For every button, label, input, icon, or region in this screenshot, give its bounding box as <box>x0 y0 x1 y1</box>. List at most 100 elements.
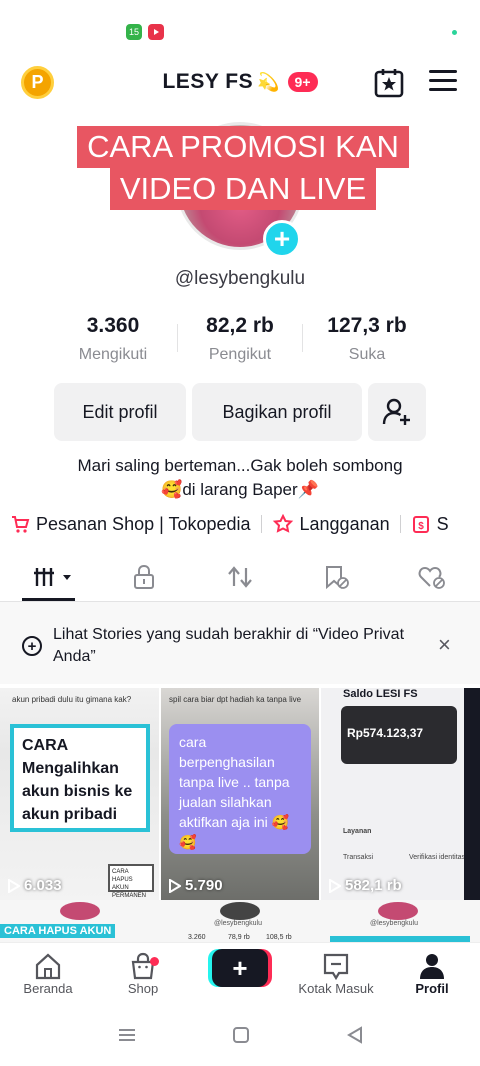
view-count: 6.033 <box>8 877 62 894</box>
shop-bag-icon <box>98 951 188 981</box>
nav-inbox[interactable]: Kotak Masuk <box>291 951 381 996</box>
username-header[interactable]: LESY FS 💫 9+ <box>0 70 480 94</box>
add-story-button[interactable]: + <box>263 220 301 258</box>
link-wallet[interactable]: $ S <box>411 514 449 535</box>
app-notification-green-icon: 15 <box>126 24 142 40</box>
add-story-label: + <box>273 223 291 254</box>
promo-banner-line-1: CARA PROMOSI KAN <box>77 126 409 168</box>
video-grid-row-2[interactable]: @lesybengkulu 3.260 78,9 rb 108,5 rb @le… <box>0 900 480 942</box>
svg-text:$: $ <box>418 521 424 532</box>
status-bar: 15 <box>0 0 480 60</box>
nav-shop-label: Shop <box>127 981 159 996</box>
stat-followers[interactable]: 82,2 rb Pengikut <box>177 314 303 364</box>
subscription-icon <box>272 514 293 533</box>
inbox-icon <box>291 951 381 981</box>
wallet-row: Layanan <box>343 828 372 835</box>
username-title: LESY FS <box>162 70 254 93</box>
close-icon[interactable]: × <box>438 632 451 658</box>
status-dot-icon <box>452 30 457 35</box>
expired-stories-banner[interactable]: + Lihat Stories yang sudah berakhir di “… <box>0 602 480 684</box>
link-shop-orders[interactable]: Pesanan Shop | Tokopedia <box>10 514 251 535</box>
video-comment-text: spil cara biar dpt hadiah ka tanpa live <box>169 695 302 704</box>
play-icon <box>169 878 181 893</box>
video-comment-text: akun pribadi dulu itu gimana kak? <box>12 695 132 704</box>
thumbnail-text: 78,9 rb <box>228 934 250 941</box>
promo-banner-line-2: VIDEO DAN LIVE <box>109 168 377 210</box>
shop-notification-dot <box>150 957 159 966</box>
private-lock-icon[interactable] <box>126 562 162 592</box>
nav-profile[interactable]: Profil <box>387 951 477 996</box>
sparkle-emoji: 💫 <box>257 71 280 92</box>
status-app-text: 15 <box>128 27 139 37</box>
video-thumbnail[interactable]: spil cara biar dpt hadiah ka tanpa live … <box>161 688 319 900</box>
video-grid: akun pribadi dulu itu gimana kak? CARA M… <box>0 688 480 900</box>
create-plus-icon[interactable]: + <box>212 949 268 987</box>
video-overlay-text: CARA HAPUS AKUN <box>0 924 116 938</box>
videos-grid-icon[interactable] <box>30 562 74 592</box>
wallet-amount: Rp574.123,37 <box>347 726 424 740</box>
thumbnail-text: @lesybengkulu <box>370 920 418 927</box>
profile-tabs <box>0 552 480 602</box>
video-thumbnail[interactable]: akun pribadi dulu itu gimana kak? CARA M… <box>0 688 159 900</box>
stat-following-label: Mengikuti <box>78 346 148 363</box>
nav-shop[interactable]: Shop <box>98 951 188 996</box>
stat-divider <box>302 324 303 352</box>
thumbnail-text: 108,5 rb <box>266 934 292 941</box>
favorites-icon[interactable] <box>373 67 405 99</box>
bio-line-1: Mari saling berteman...Gak boleh sombong <box>77 456 403 475</box>
add-person-icon <box>382 398 410 425</box>
view-count-value: 582,1 rb <box>345 877 402 894</box>
stat-following-value: 3.360 <box>86 314 140 337</box>
bio-line-2: 🥰di larang Baper📌 <box>161 480 319 499</box>
link-subscription[interactable]: Langganan <box>272 514 390 535</box>
promo-banner: CARA PROMOSI KAN VIDEO DAN LIVE <box>76 126 410 214</box>
wallet-title: Saldo LESI FS <box>343 688 418 700</box>
notification-badge: 9+ <box>287 72 318 92</box>
expired-stories-text: Lihat Stories yang sudah berakhir di “Vi… <box>53 626 405 665</box>
video-overlay-text: CARA Mengalihkan akun bisnis ke akun pri… <box>10 724 150 832</box>
menu-icon[interactable] <box>429 70 457 94</box>
stat-followers-label: Pengikut <box>208 346 272 363</box>
view-count-value: 6.033 <box>24 877 62 894</box>
repost-icon[interactable] <box>222 562 258 592</box>
system-navigation-bar <box>0 1004 480 1066</box>
wallet-icon: $ <box>412 516 429 533</box>
stat-likes[interactable]: 127,3 rb Suka <box>304 314 430 364</box>
youtube-icon <box>148 24 164 40</box>
thumbnail-edge <box>464 688 480 900</box>
profile-handle: @lesybengkulu <box>174 268 306 289</box>
link-shop-orders-label: Pesanan Shop | Tokopedia <box>36 513 251 534</box>
add-friend-button[interactable] <box>368 383 426 441</box>
liked-icon[interactable] <box>414 562 450 592</box>
back-triangle-icon[interactable] <box>346 1026 364 1049</box>
recent-apps-icon[interactable] <box>118 1026 136 1049</box>
nav-home[interactable]: Beranda <box>3 951 93 996</box>
home-icon <box>3 951 93 981</box>
wallet-card: Rp574.123,37 <box>341 706 457 764</box>
thumbnail-avatar <box>378 902 418 920</box>
stat-followers-value: 82,2 rb <box>206 314 274 337</box>
link-wallet-label: S <box>436 513 449 534</box>
stat-likes-value: 127,3 rb <box>327 314 407 337</box>
link-subscription-label: Langganan <box>299 513 390 534</box>
saved-icon[interactable] <box>318 562 354 592</box>
stat-divider <box>177 324 178 352</box>
create-label: + <box>232 952 248 983</box>
link-divider <box>399 515 401 533</box>
play-icon <box>329 878 341 893</box>
share-profile-button[interactable]: Bagikan profil <box>192 383 362 441</box>
link-divider <box>260 515 262 533</box>
edit-profile-button[interactable]: Edit profil <box>54 383 186 441</box>
bottom-navigation: Beranda Shop + Kotak Masuk Profil <box>0 942 480 1004</box>
view-count: 5.790 <box>169 877 223 894</box>
video-thumbnail[interactable]: Saldo LESI FS Rp574.123,37 Layanan Trans… <box>321 688 480 900</box>
profile-bio: Mari saling berteman...Gak boleh sombong… <box>0 454 480 502</box>
stat-following[interactable]: 3.360 Mengikuti <box>50 314 176 364</box>
stat-likes-label: Suka <box>348 346 386 363</box>
video-overlay-text: cara berpenghasilan tanpa live .. tanpa … <box>169 724 311 854</box>
thumbnail-avatar <box>60 902 100 920</box>
thumbnail-text: 3.260 <box>188 934 206 941</box>
home-square-icon[interactable] <box>232 1026 250 1049</box>
profile-links: Pesanan Shop | Tokopedia Langganan $ S <box>10 510 480 538</box>
add-circle-icon: + <box>22 636 42 656</box>
